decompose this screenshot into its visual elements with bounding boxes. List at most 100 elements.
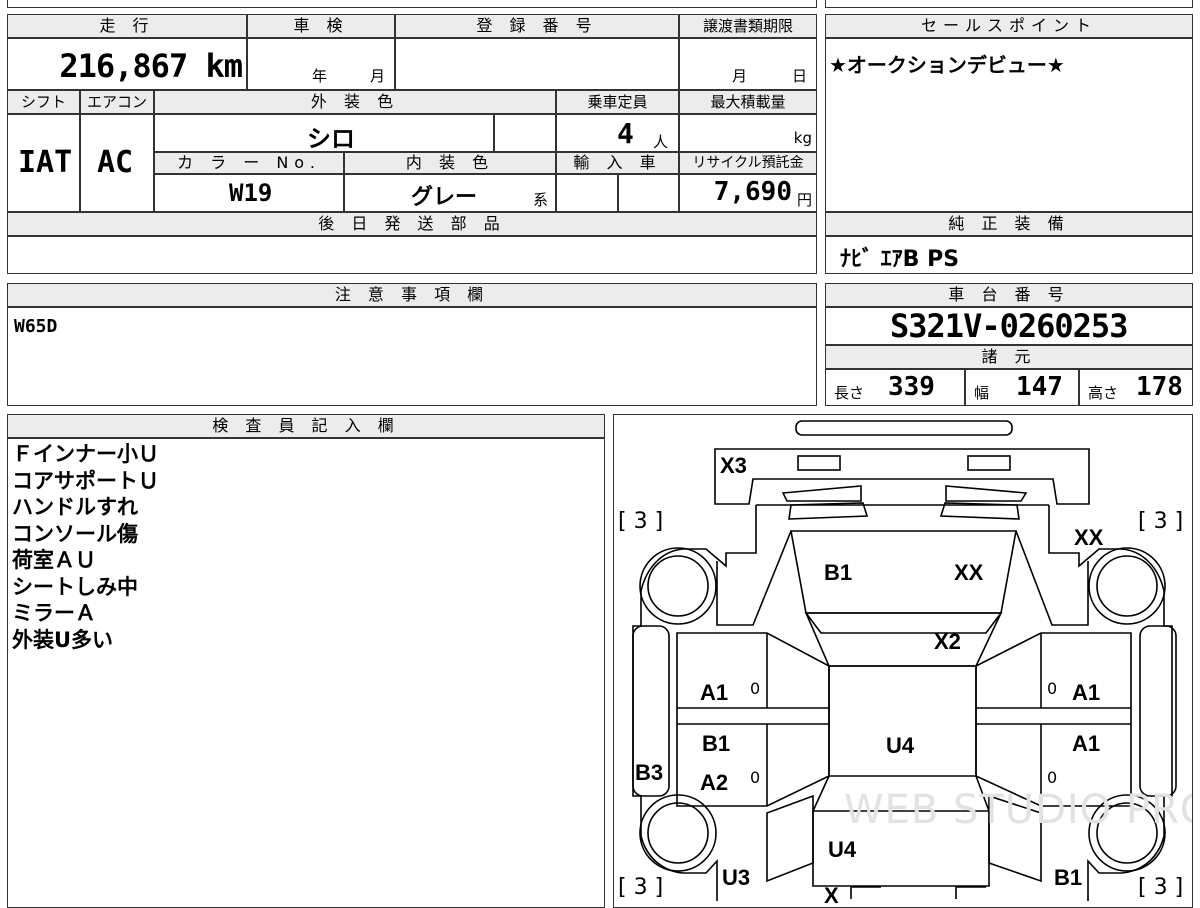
- capacity-unit: 人: [653, 133, 669, 151]
- tire-front-left: [ 3 ]: [618, 509, 664, 534]
- ac-cell: AC: [80, 114, 154, 212]
- recycle-fee-cell: 7,690 円: [679, 174, 817, 212]
- mark-rear-center: X: [824, 883, 839, 908]
- chassis-value: S321V-0260253: [890, 307, 1128, 345]
- import-label: 輸 入 車: [556, 152, 679, 174]
- inspector-note-line: 外装U多い: [12, 627, 114, 652]
- height-value: 178: [1136, 372, 1183, 402]
- later-parts-cell: [7, 236, 817, 274]
- sales-point-value: ★オークションデビュー★: [829, 53, 1065, 77]
- inspection-cell: 年 月: [247, 38, 395, 90]
- mark-hood-left: B1: [824, 560, 853, 585]
- ac-label: エアコン: [80, 90, 154, 114]
- recycle-fee-value: 7,690: [713, 177, 792, 207]
- mark-rear-glass: U4: [828, 837, 857, 862]
- sales-point-label: セールスポイント: [825, 14, 1193, 38]
- shift-value: IAT: [18, 145, 73, 180]
- inspector-notes-label: 検 査 員 記 入 欄: [7, 414, 605, 438]
- mileage-label: 走 行: [7, 14, 247, 38]
- mark-front-right-door: A1: [1072, 680, 1101, 705]
- mark-rear-left-door-a2: A2: [700, 770, 729, 795]
- interior-color-label: 内 装 色: [344, 152, 556, 174]
- length-label: 長さ: [834, 384, 865, 402]
- notes-label: 注 意 事 項 欄: [7, 283, 817, 307]
- inspector-note-line: コンソール傷: [12, 521, 138, 546]
- genuine-equipment-label: 純 正 装 備: [825, 212, 1193, 236]
- registration-label: 登 録 番 号: [395, 14, 679, 38]
- transfer-day: 日: [792, 67, 808, 85]
- shift-label: シフト: [7, 90, 80, 114]
- capacity-cell: 4 人: [556, 114, 679, 152]
- later-parts-label: 後 日 発 送 部 品: [7, 212, 817, 236]
- inspector-note-line: 荷室ＡＵ: [12, 548, 96, 572]
- mark-front-left-door: A1: [700, 680, 729, 705]
- top-cut-row: [7, 0, 817, 8]
- inspector-note-line: Ｆインナー小Ｕ: [12, 442, 159, 466]
- color-no-value: W19: [229, 179, 273, 207]
- recycle-fee-label: リサイクル預託金: [679, 152, 817, 174]
- mark-left-side: B3: [635, 760, 664, 785]
- watermark: WEB STUDIO PRO: [844, 787, 1193, 833]
- capacity-value: 4: [617, 117, 634, 150]
- import-cell-a: [556, 174, 618, 212]
- length-cell: 長さ 339: [825, 369, 965, 406]
- mileage-cell: 216,867 km: [7, 38, 247, 90]
- max-load-label: 最大積載量: [679, 90, 817, 114]
- car-condition-diagram: WEB STUDIO PRO X3 B1 XX XX X2 A1 0 0 A1 …: [613, 414, 1193, 908]
- year-unit: 年: [312, 67, 328, 85]
- width-label: 幅: [974, 384, 990, 402]
- month-unit: 月: [370, 67, 386, 85]
- inspection-label: 車 検: [247, 14, 395, 38]
- exterior-color-value: シロ: [307, 125, 355, 152]
- ac-value: AC: [97, 145, 134, 180]
- mark-zero: 0: [1047, 679, 1058, 698]
- mark-roof: U4: [886, 733, 915, 758]
- shift-cell: IAT: [7, 114, 80, 212]
- recycle-fee-unit: 円: [796, 191, 812, 209]
- mark-zero: 0: [1047, 768, 1058, 787]
- tire-rear-right: [ 3 ]: [1138, 875, 1184, 900]
- inspector-note-line: ハンドルすれ: [12, 495, 138, 519]
- notes-cell: W65D: [7, 307, 817, 406]
- color-no-label: カ ラ ー No.: [154, 152, 344, 174]
- chassis-cell: S321V-0260253: [825, 307, 1193, 345]
- mark-rear-right: B1: [1054, 865, 1083, 890]
- interior-color-suffix: 系: [533, 191, 549, 209]
- inspector-notes-list: Ｆインナー小Ｕ コアサポートＵ ハンドルすれ コンソール傷 荷室ＡＵ シートしみ…: [12, 441, 159, 653]
- registration-cell: [395, 38, 679, 90]
- mark-hood-right: XX: [954, 560, 984, 585]
- import-cell-b: [618, 174, 679, 212]
- color-no-cell: W19: [154, 174, 344, 212]
- height-cell: 高さ 178: [1079, 369, 1193, 406]
- inspector-note-line: ミラーＡ: [12, 601, 96, 625]
- mark-rear-right-door: A1: [1072, 731, 1101, 756]
- transfer-deadline-cell: 月 日: [679, 38, 817, 90]
- chassis-label: 車 台 番 号: [825, 283, 1193, 307]
- transfer-month: 月: [732, 67, 748, 85]
- max-load-cell: kg: [679, 114, 817, 152]
- interior-color-value: グレー: [411, 185, 478, 210]
- tire-rear-left: [ 3 ]: [618, 875, 664, 900]
- interior-color-cell: グレー 系: [344, 174, 556, 212]
- length-value: 339: [888, 372, 935, 402]
- max-load-unit: kg: [793, 129, 812, 147]
- width-cell: 幅 147: [965, 369, 1079, 406]
- car-outline-drawing: [632, 420, 1177, 901]
- top-cut-row-right: [825, 0, 1193, 8]
- sales-point-cell: ★オークションデビュー★: [825, 38, 1193, 212]
- capacity-label: 乗車定員: [556, 90, 679, 114]
- tire-front-right: [ 3 ]: [1138, 509, 1184, 534]
- inspector-note-line: シートしみ中: [12, 574, 138, 599]
- notes-value: W65D: [14, 316, 58, 337]
- mark-rear-left-door-b1: B1: [702, 731, 731, 756]
- exterior-color-label: 外 装 色: [154, 90, 556, 114]
- mark-fender-right: XX: [1074, 525, 1104, 550]
- genuine-equipment-value: ﾅﾋﾞ ｴｱB PS: [840, 247, 960, 272]
- mark-zero: 0: [750, 768, 761, 787]
- mark-zero: 0: [750, 679, 761, 698]
- inspector-notes-cell: Ｆインナー小Ｕ コアサポートＵ ハンドルすれ コンソール傷 荷室ＡＵ シートしみ…: [7, 438, 605, 908]
- specs-label: 諸 元: [825, 345, 1193, 369]
- mileage-value: 216,867 km: [59, 47, 243, 85]
- mark-rear-left: U3: [722, 865, 751, 890]
- width-value: 147: [1016, 372, 1063, 402]
